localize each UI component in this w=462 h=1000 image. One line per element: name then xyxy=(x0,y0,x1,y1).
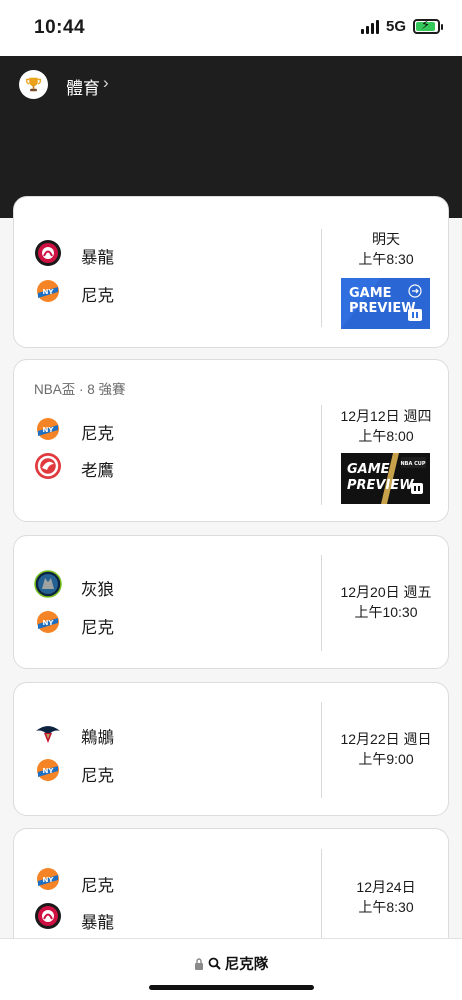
game-card[interactable]: NBA盃 · 8 強賽 NY 尼克 老鷹 12月12日 週四 上午8:00 GA… xyxy=(13,359,449,522)
raptors-logo-icon xyxy=(34,239,62,267)
timberwolves-logo-icon xyxy=(34,570,62,598)
preview-line1: GAME xyxy=(349,286,392,301)
game-date: 明天 xyxy=(372,231,400,247)
network-type: 5G xyxy=(385,18,406,35)
home-indicator[interactable] xyxy=(149,985,314,990)
preview-line2: PREVIEW xyxy=(347,478,414,493)
team-name: 灰狼 xyxy=(81,581,114,599)
game-date: 12月12日 週四 xyxy=(340,408,432,424)
team-name: 暴龍 xyxy=(81,249,114,267)
preview-badge: NBA CUP xyxy=(401,461,426,467)
svg-text:NY: NY xyxy=(43,288,55,296)
game-time: 上午10:30 xyxy=(354,604,418,620)
game-preview-thumbnail[interactable]: GAME PREVIEW xyxy=(341,278,430,329)
raptors-logo-icon xyxy=(34,902,62,930)
game-time: 上午8:00 xyxy=(358,428,414,444)
battery-charging-icon: ⚡ xyxy=(413,18,443,34)
svg-text:NY: NY xyxy=(43,619,55,627)
pelicans-logo-icon xyxy=(34,719,62,747)
knicks-logo-icon: NY xyxy=(34,277,62,305)
game-card[interactable]: 灰狼 NY 尼克 12月20日 週五 上午10:30 xyxy=(13,535,449,669)
search-field[interactable]: 尼克隊 xyxy=(0,953,462,974)
team-name: 尼克 xyxy=(81,767,114,785)
svg-text:NY: NY xyxy=(43,767,55,775)
game-preview-thumbnail[interactable]: GAME PREVIEW NBA CUP xyxy=(341,453,430,504)
page-title: 體育 xyxy=(66,79,100,98)
game-date: 12月20日 週五 xyxy=(340,584,432,600)
svg-text:NY: NY xyxy=(43,876,55,884)
preview-line2: PREVIEW xyxy=(349,301,416,316)
sports-header[interactable]: 體育 › xyxy=(0,56,462,114)
game-stage-label: NBA盃 · 8 強賽 xyxy=(34,382,126,397)
game-time: 上午8:30 xyxy=(358,899,414,915)
chevron-right-icon: › xyxy=(103,73,109,92)
game-card[interactable]: 暴龍 NY 尼克 明天 上午8:30 GAME PREVIEW xyxy=(13,196,449,348)
team-name: 老鷹 xyxy=(81,462,114,480)
cellular-signal-icon xyxy=(360,19,379,34)
knicks-logo-icon: NY xyxy=(34,608,62,636)
game-time: 上午9:00 xyxy=(358,751,414,767)
divider xyxy=(321,702,322,798)
game-date: 12月24日 xyxy=(356,879,416,895)
bottom-address-bar: 尼克隊 xyxy=(0,938,462,1000)
game-card[interactable]: 鵜鶘 NY 尼克 12月22日 週日 上午9:00 xyxy=(13,682,449,816)
knicks-logo-icon: NY xyxy=(34,415,62,443)
team-name: 暴龍 xyxy=(81,914,114,932)
team-name: 尼克 xyxy=(81,877,114,895)
game-date: 12月22日 週日 xyxy=(340,731,432,747)
hawks-logo-icon xyxy=(34,452,62,480)
game-time: 上午8:30 xyxy=(358,251,414,267)
divider xyxy=(321,405,322,505)
status-bar: 10:44 5G ⚡ xyxy=(0,0,462,56)
team-name: 尼克 xyxy=(81,619,114,637)
divider xyxy=(321,849,322,949)
trophy-icon xyxy=(19,70,48,99)
lock-icon xyxy=(194,957,203,970)
divider xyxy=(321,555,322,651)
divider xyxy=(321,229,322,327)
team-name: 尼克 xyxy=(81,287,114,305)
knicks-logo-icon: NY xyxy=(34,756,62,784)
team-name: 鵜鶘 xyxy=(81,729,114,747)
status-time: 10:44 xyxy=(34,17,86,38)
search-icon xyxy=(208,957,221,970)
preview-line1: GAME xyxy=(347,462,390,477)
team-name: 尼克 xyxy=(81,425,114,443)
knicks-logo-icon: NY xyxy=(34,865,62,893)
svg-text:NY: NY xyxy=(43,426,55,434)
status-indicators: 5G ⚡ xyxy=(360,18,443,35)
search-query: 尼克隊 xyxy=(224,957,269,973)
